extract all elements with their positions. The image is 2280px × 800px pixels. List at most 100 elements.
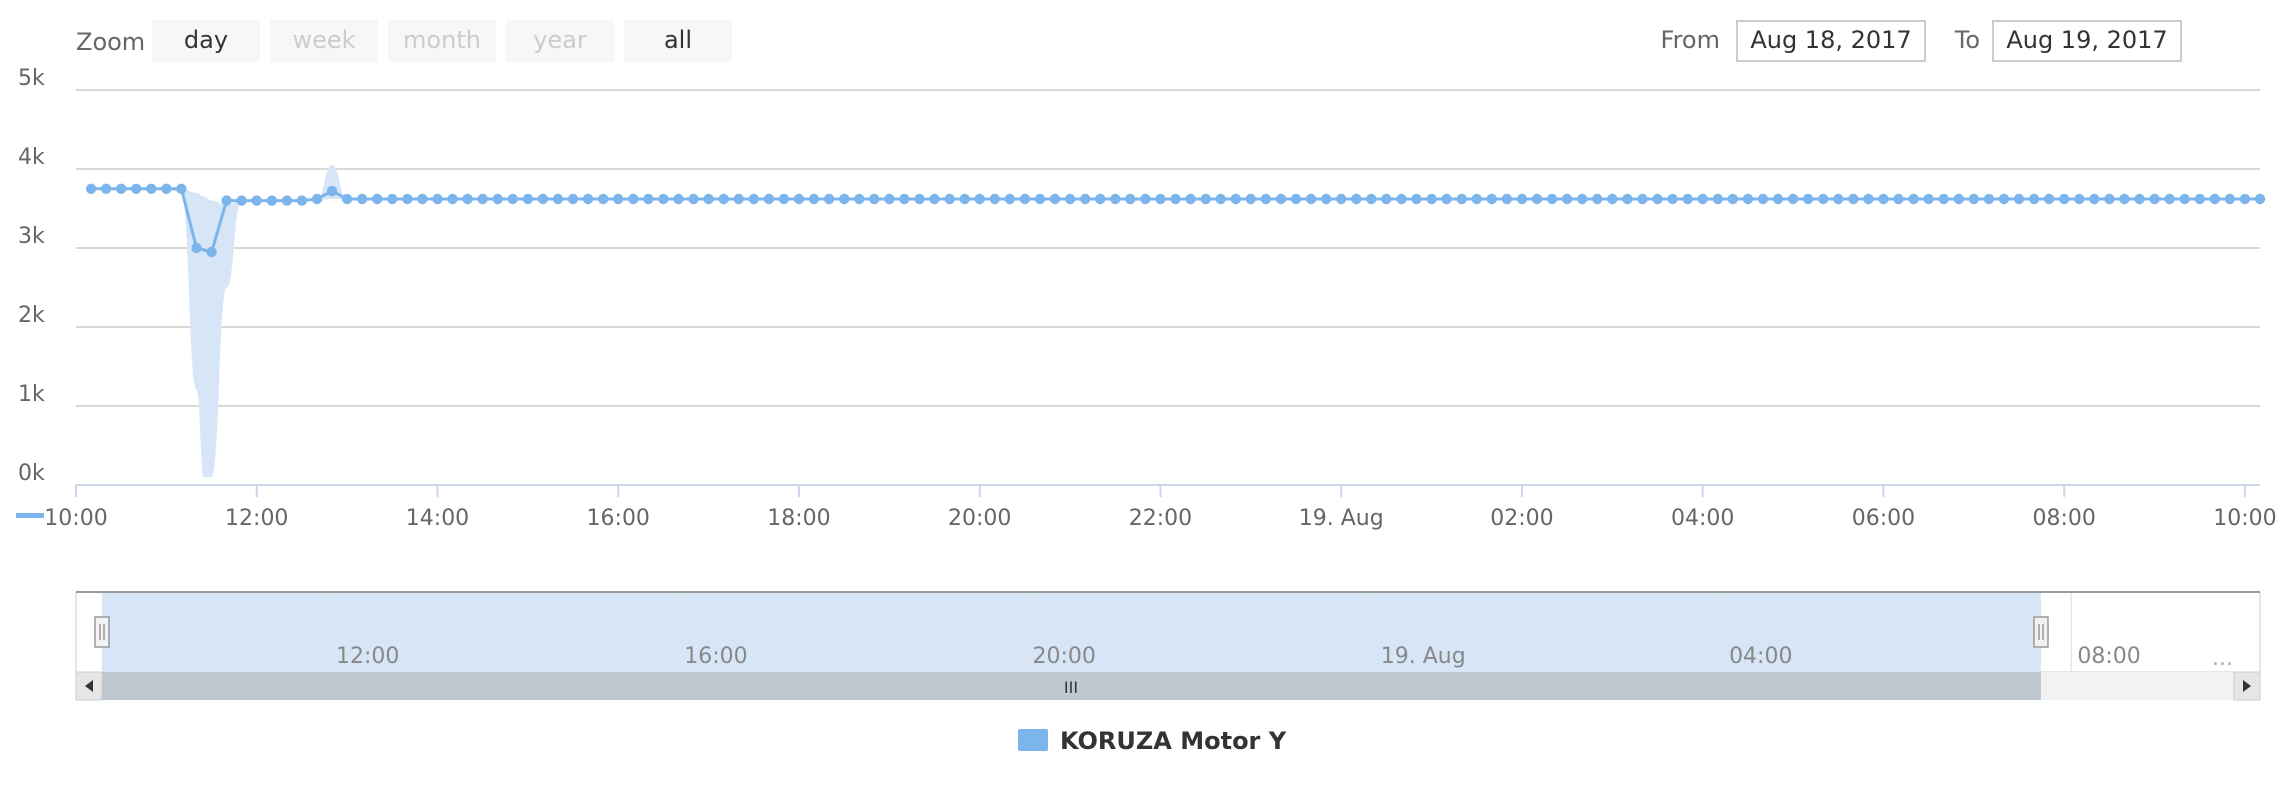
data-point[interactable] (206, 246, 217, 258)
scrollbar-right-arrow[interactable] (2233, 671, 2261, 701)
data-point[interactable] (131, 183, 142, 194)
data-point[interactable] (2028, 193, 2040, 205)
data-point[interactable] (462, 193, 473, 205)
data-point[interactable] (929, 193, 940, 205)
data-point[interactable] (2104, 193, 2115, 205)
data-point[interactable] (1501, 193, 1513, 205)
data-point[interactable] (1848, 193, 1859, 205)
series-koruza-motor-y[interactable] (85, 183, 2266, 258)
data-point[interactable] (643, 193, 654, 205)
data-point[interactable] (552, 193, 564, 205)
data-point[interactable] (116, 183, 127, 194)
data-point[interactable] (1396, 193, 1407, 205)
data-point[interactable] (100, 183, 112, 194)
data-point[interactable] (2164, 193, 2175, 205)
data-point[interactable] (1290, 193, 1302, 205)
data-point[interactable] (703, 193, 714, 205)
data-point[interactable] (718, 193, 729, 205)
data-point[interactable] (1953, 193, 1965, 205)
legend[interactable]: KORUZA Motor Y (1018, 727, 1287, 755)
data-point[interactable] (326, 185, 338, 197)
data-point[interactable] (477, 193, 488, 205)
data-point[interactable] (1622, 193, 1633, 205)
data-point[interactable] (1155, 193, 1166, 205)
data-point[interactable] (311, 193, 323, 205)
data-point[interactable] (2043, 193, 2055, 205)
data-point[interactable] (1712, 193, 1724, 205)
scrollbar-left-arrow[interactable] (75, 671, 103, 701)
data-point[interactable] (1170, 193, 1181, 205)
data-point[interactable] (1637, 193, 1648, 205)
data-point[interactable] (567, 193, 579, 205)
data-point[interactable] (1893, 193, 1904, 205)
data-point[interactable] (1080, 193, 1091, 205)
zoom-button-week[interactable]: week (270, 20, 378, 62)
data-point[interactable] (2179, 193, 2190, 205)
data-point[interactable] (341, 193, 353, 205)
data-point[interactable] (492, 193, 503, 205)
data-point[interactable] (1064, 193, 1076, 205)
data-point[interactable] (2059, 193, 2070, 205)
data-point[interactable] (733, 193, 744, 205)
data-point[interactable] (1682, 193, 1693, 205)
data-point[interactable] (387, 193, 398, 205)
data-point[interactable] (1531, 193, 1543, 205)
data-point[interactable] (1968, 193, 1980, 205)
data-point[interactable] (778, 193, 790, 205)
data-point[interactable] (357, 193, 368, 205)
data-point[interactable] (613, 193, 624, 205)
data-point[interactable] (176, 183, 187, 194)
data-point[interactable] (1652, 193, 1663, 205)
data-point[interactable] (1486, 193, 1498, 205)
data-point[interactable] (1125, 193, 1136, 205)
data-point[interactable] (1727, 193, 1739, 205)
data-point[interactable] (1742, 193, 1754, 205)
data-point[interactable] (281, 195, 293, 206)
data-point[interactable] (1787, 193, 1799, 205)
data-point[interactable] (2074, 193, 2085, 205)
from-date-input[interactable]: Aug 18, 2017 (1736, 20, 1926, 62)
data-point[interactable] (673, 193, 684, 205)
data-point[interactable] (507, 193, 518, 205)
data-point[interactable] (1351, 193, 1362, 205)
data-point[interactable] (2149, 193, 2160, 205)
data-point[interactable] (1878, 193, 1889, 205)
data-point[interactable] (763, 193, 775, 205)
data-point[interactable] (266, 195, 277, 206)
data-point[interactable] (1772, 193, 1784, 205)
data-point[interactable] (1260, 193, 1272, 205)
data-point[interactable] (2013, 193, 2025, 205)
data-point[interactable] (1004, 193, 1015, 205)
zoom-button-day[interactable]: day (152, 20, 260, 62)
data-point[interactable] (1426, 193, 1437, 205)
data-point[interactable] (1923, 193, 1934, 205)
data-point[interactable] (1998, 193, 2010, 205)
data-point[interactable] (1321, 193, 1332, 205)
data-point[interactable] (1561, 193, 1573, 205)
zoom-button-all[interactable]: all (624, 20, 732, 62)
data-point[interactable] (1938, 193, 1949, 205)
data-point[interactable] (1667, 193, 1678, 205)
data-point[interactable] (1019, 193, 1031, 205)
data-point[interactable] (1200, 193, 1211, 205)
data-point[interactable] (793, 193, 805, 205)
data-point[interactable] (1607, 193, 1618, 205)
data-point[interactable] (1140, 193, 1151, 205)
data-point[interactable] (447, 193, 458, 205)
data-point[interactable] (1757, 193, 1769, 205)
data-point[interactable] (2119, 193, 2130, 205)
data-point[interactable] (823, 193, 835, 205)
data-point[interactable] (869, 193, 880, 205)
data-point[interactable] (236, 195, 247, 206)
data-point[interactable] (2239, 193, 2251, 205)
data-point[interactable] (839, 193, 850, 205)
data-point[interactable] (372, 193, 383, 205)
data-point[interactable] (598, 193, 609, 205)
data-point[interactable] (1546, 193, 1558, 205)
data-point[interactable] (1185, 193, 1196, 205)
data-point[interactable] (1305, 193, 1317, 205)
data-point[interactable] (2209, 193, 2220, 205)
data-point[interactable] (1983, 193, 1995, 205)
data-point[interactable] (914, 193, 925, 205)
navigator-handle-left[interactable] (94, 616, 110, 648)
